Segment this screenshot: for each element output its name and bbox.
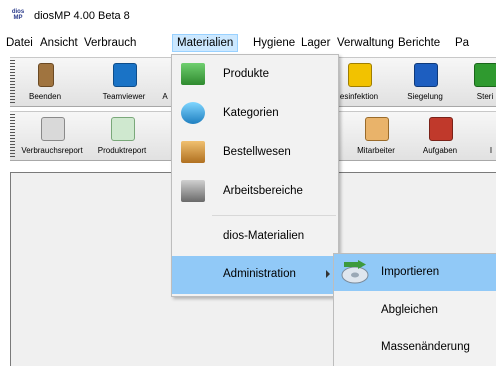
window-title: diosMP 4.00 Beta 8 [34,10,130,22]
menu-hygiene[interactable]: Hygiene [249,35,299,51]
menu-verbrauch[interactable]: Verbrauch [80,35,140,51]
categories-icon [181,102,205,124]
menu-berichte[interactable]: Berichte [394,35,444,51]
menu-lager[interactable]: Lager [297,35,334,51]
employee-icon [365,117,389,141]
product-report-icon [111,117,135,141]
menu-item-dios-materialien[interactable]: dios-Materialien [172,218,338,256]
desinfektion-button[interactable]: esinfektion [336,58,382,106]
materialien-dropdown: Produkte Kategorien Bestellwesen Arbeits… [171,54,339,297]
ordering-icon [181,141,205,163]
disinfection-icon [348,63,372,87]
sealing-icon [414,63,438,87]
menu-verwaltung[interactable]: Verwaltung [333,35,398,51]
menu-datei[interactable]: Datei [2,35,37,51]
title-bar: dios MP diosMP 4.00 Beta 8 [0,0,496,30]
sterilisation-button[interactable]: Steri [474,58,496,106]
menu-item-produkte[interactable]: Produkte [172,56,338,94]
teamviewer-icon [113,63,137,87]
report-icon [41,117,65,141]
app-logo-icon: dios MP [11,9,25,21]
menu-item-arbeitsbereiche[interactable]: Arbeitsbereiche [172,173,338,211]
administration-submenu: Importieren Abgleichen Massenänderung [333,253,496,366]
menu-pa[interactable]: Pa [451,35,473,51]
door-icon [38,63,54,87]
toolbar-grip[interactable] [10,60,15,104]
import-icon [340,260,370,285]
verbrauchsreport-button[interactable]: Verbrauchsreport [16,112,88,160]
teamviewer-button[interactable]: Teamviewer [96,58,152,106]
sterilization-icon [474,63,496,87]
menu-item-kategorien[interactable]: Kategorien [172,95,338,133]
submenu-item-massenaenderung[interactable]: Massenänderung [334,329,496,366]
tasks-icon [429,117,453,141]
menu-ansicht[interactable]: Ansicht [36,35,82,51]
menu-separator [212,215,336,216]
menu-item-bestellwesen[interactable]: Bestellwesen [172,134,338,172]
workspaces-icon [181,180,205,202]
menu-bar: Datei Ansicht Verbrauch Materialien Hygi… [0,32,496,54]
beenden-button[interactable]: Beenden [22,58,68,106]
produktreport-button[interactable]: Produktreport [90,112,154,160]
toolbar-partial-button[interactable]: I [486,112,496,160]
submenu-arrow-icon [326,270,330,278]
siegelung-button[interactable]: Siegelung [402,58,448,106]
toolbar-partial-button[interactable]: A [160,58,170,106]
menu-item-administration[interactable]: Administration [172,256,338,294]
products-icon [181,63,205,85]
aufgaben-button[interactable]: Aufgaben [417,112,463,160]
submenu-item-abgleichen[interactable]: Abgleichen [334,292,496,329]
mitarbeiter-button[interactable]: Mitarbeiter [353,112,399,160]
toolbar-grip[interactable] [10,114,15,158]
menu-materialien[interactable]: Materialien [172,34,239,52]
submenu-item-importieren[interactable]: Importieren [334,254,496,291]
